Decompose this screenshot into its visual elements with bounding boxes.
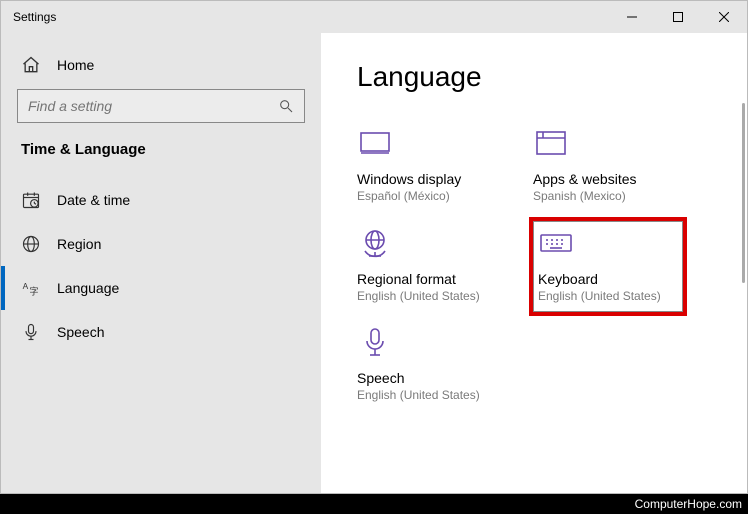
globe-icon [21, 234, 41, 254]
nav-item-language[interactable]: A字 Language [1, 266, 321, 310]
titlebar: Settings [1, 1, 747, 33]
maximize-button[interactable] [655, 1, 701, 33]
scrollbar[interactable] [742, 103, 745, 283]
tile-subtitle: English (United States) [357, 388, 507, 404]
tile-title: Windows display [357, 171, 507, 187]
tile-title: Speech [357, 370, 507, 386]
search-box[interactable] [17, 89, 305, 123]
tile-subtitle: Spanish (Mexico) [533, 189, 683, 205]
tile-subtitle: English (United States) [357, 289, 507, 305]
nav-label: Region [57, 236, 101, 252]
language-tiles: Windows display Español (México) Apps & … [357, 121, 707, 412]
tile-subtitle: Español (México) [357, 189, 507, 205]
nav-label: Speech [57, 324, 104, 340]
nav-item-date-time[interactable]: Date & time [1, 178, 321, 222]
home-button[interactable]: Home [1, 49, 321, 89]
language-icon: A字 [21, 278, 41, 298]
tile-windows-display[interactable]: Windows display Español (México) [357, 121, 507, 213]
settings-window: Settings Home [0, 0, 748, 494]
globe-stand-icon [357, 225, 393, 261]
tile-speech[interactable]: Speech English (United States) [357, 320, 507, 412]
tile-regional-format[interactable]: Regional format English (United States) [357, 221, 507, 313]
tile-keyboard[interactable]: Keyboard English (United States) [533, 221, 683, 313]
search-icon [278, 98, 294, 114]
home-icon [21, 55, 41, 75]
nav-item-region[interactable]: Region [1, 222, 321, 266]
keyboard-icon [538, 225, 574, 261]
page-title: Language [357, 61, 739, 93]
nav-item-speech[interactable]: Speech [1, 310, 321, 354]
footer-text: ComputerHope.com [635, 497, 742, 511]
tile-title: Apps & websites [533, 171, 683, 187]
close-button[interactable] [701, 1, 747, 33]
nav-label: Language [57, 280, 119, 296]
tile-apps-websites[interactable]: Apps & websites Spanish (Mexico) [533, 121, 683, 213]
nav-list: Date & time Region A字 Language [1, 168, 321, 354]
microphone-icon [21, 322, 41, 342]
window-body: Home Time & Language Date & time [1, 33, 747, 493]
sidebar: Home Time & Language Date & time [1, 33, 321, 493]
tile-title: Keyboard [538, 271, 678, 287]
tile-subtitle: English (United States) [538, 289, 678, 305]
search-input[interactable] [28, 98, 278, 114]
window-controls [609, 1, 747, 33]
nav-label: Date & time [57, 192, 130, 208]
calendar-icon [21, 190, 41, 210]
footer-bar: ComputerHope.com [0, 494, 748, 514]
svg-text:A: A [23, 281, 29, 291]
minimize-button[interactable] [609, 1, 655, 33]
browser-icon [533, 125, 569, 161]
home-label: Home [57, 57, 94, 73]
tile-title: Regional format [357, 271, 507, 287]
content-area: Language Windows display Español (México… [321, 33, 747, 493]
section-label: Time & Language [1, 141, 321, 168]
svg-text:字: 字 [29, 286, 38, 297]
microphone-icon [357, 324, 393, 360]
window-title: Settings [13, 10, 56, 24]
monitor-icon [357, 125, 393, 161]
